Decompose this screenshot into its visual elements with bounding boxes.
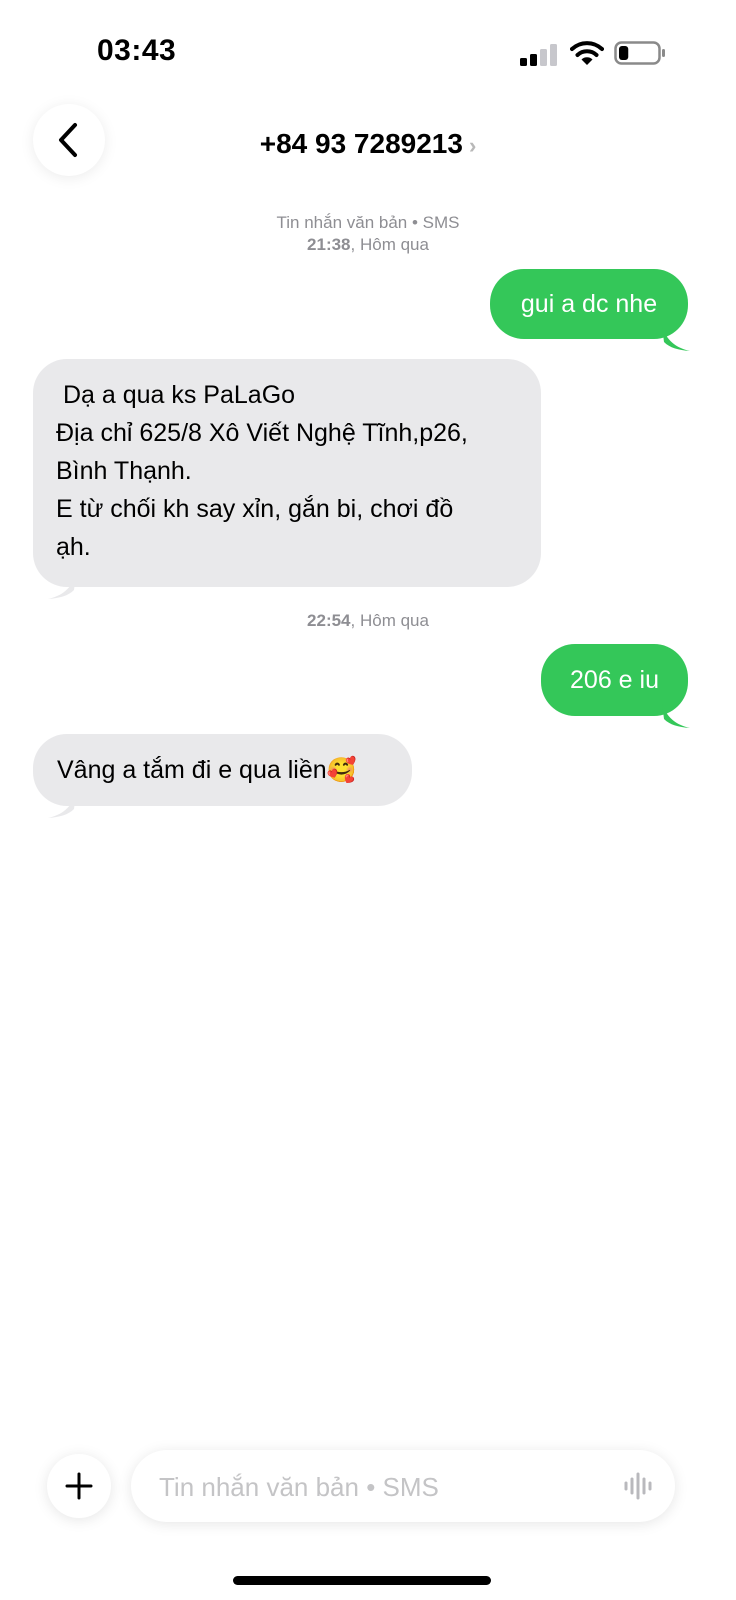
message-text: gui a dc nhe — [520, 290, 658, 318]
bubble-tail — [48, 793, 76, 818]
timestamp-day: Hôm qua — [359, 611, 429, 630]
add-attachment-button[interactable] — [47, 1454, 111, 1518]
home-indicator[interactable] — [233, 1576, 491, 1585]
waveform-icon[interactable] — [623, 1472, 655, 1500]
bubble-tail — [662, 703, 690, 728]
message-line: ạh. — [56, 533, 91, 561]
conversation-meta: Tin nhắn văn bản • SMS 21:38, Hôm qua — [0, 212, 736, 256]
timestamp-day: Hôm qua — [359, 235, 429, 254]
message-input[interactable] — [157, 1450, 601, 1524]
battery-icon — [614, 41, 665, 65]
incoming-message[interactable]: Vâng a tắm đi e qua liền🥰 — [33, 734, 412, 806]
plus-icon — [65, 1472, 93, 1500]
status-time: 03:43 — [97, 34, 177, 67]
timestamp-time: 22:54 — [307, 611, 351, 630]
message-line: Dạ a qua ks PaLaGo — [56, 381, 296, 409]
bubble-tail — [662, 326, 690, 351]
message-line: Bình Thạnh. — [56, 457, 192, 485]
message-line: E từ chối kh say xỉn, gắn bi, chơi đồ — [56, 495, 454, 523]
smiling-face-with-hearts-icon: 🥰 — [326, 757, 357, 784]
outgoing-message[interactable]: gui a dc nhe — [490, 269, 688, 339]
contact-header[interactable]: +84 93 7289213 › — [0, 128, 736, 160]
message-text: 206 e iu — [570, 666, 659, 694]
contact-number[interactable]: +84 93 7289213 — [260, 128, 463, 159]
chevron-right-icon: › — [468, 133, 477, 158]
cellular-signal-icon — [520, 44, 557, 66]
conversation-meta: 22:54, Hôm qua — [307, 611, 429, 630]
wifi-icon — [570, 41, 604, 65]
service-label: Tin nhắn văn bản • SMS — [276, 213, 460, 232]
timestamp-time: 21:38 — [307, 235, 351, 254]
message-text: Vâng a tắm đi e qua liền — [57, 756, 327, 784]
bubble-tail — [48, 574, 76, 599]
message-composer[interactable] — [131, 1450, 675, 1524]
message-line: Địa chỉ 625/8 Xô Viết Nghệ Tĩnh,p26, — [56, 419, 468, 447]
incoming-message[interactable]: Dạ a qua ks PaLaGo Địa chỉ 625/8 Xô Viết… — [33, 359, 541, 587]
